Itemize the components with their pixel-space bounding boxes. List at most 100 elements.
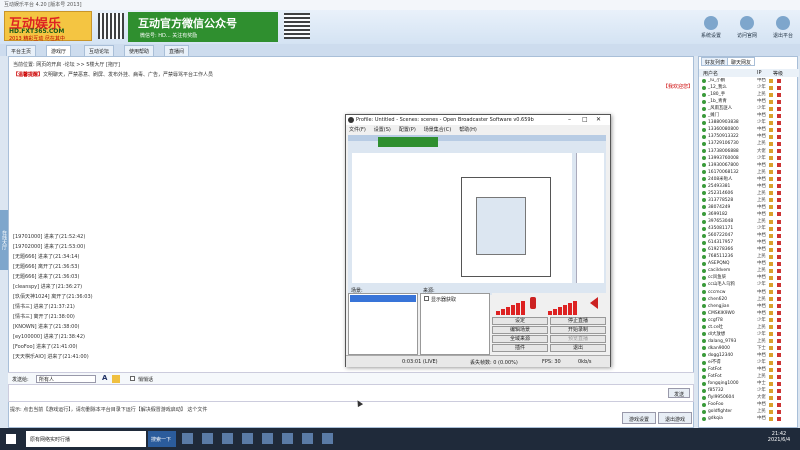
microphone-icon[interactable] [530,297,536,309]
app-icon[interactable] [262,433,273,444]
user-row[interactable]: 3699182 中档 [699,212,799,217]
user-row[interactable]: cc风鱼柒 中档 [699,275,799,280]
wechat-banner[interactable]: 互动官方微信公众号 微信号: HD... 关注有奖励 [128,12,278,42]
user-row[interactable]: cc山毛人乌鸦 少年 [699,282,799,287]
user-row[interactable]: 13729106730 上民 [699,141,799,146]
user-row[interactable]: 38074249 中档 [699,205,799,210]
user-row[interactable]: 13880903838 少年 [699,120,799,125]
side-lobby-tab[interactable]: 在线大厅 [0,210,8,270]
tab-help[interactable]: 使用帮助 [124,45,155,56]
menu-help[interactable]: 帮助(H) [459,127,477,133]
start-recording-button[interactable]: 开始录制 [550,326,606,334]
user-row[interactable]: f85732 少年 [699,388,799,393]
user-row[interactable]: FotFot 中档 [699,367,799,372]
tab-games[interactable]: 游戏厅 [46,45,72,56]
user-row[interactable]: 13930067800 中档 [699,163,799,168]
user-row[interactable]: _摊门 中档 [699,113,799,118]
recipient-select[interactable]: 所有人 [36,375,96,383]
tab-home[interactable]: 平台主页 [6,45,37,56]
user-row[interactable]: 13993760008 少年 [699,156,799,161]
app-icon[interactable] [242,433,253,444]
sources-panel[interactable]: 来源: 显示器获取 [420,288,490,355]
close-icon[interactable]: ✕ [596,116,601,123]
taskbar-search[interactable]: 原有网络实时行播 [26,431,146,447]
settings-button[interactable]: 设定 [492,317,548,325]
tab-chat-users[interactable]: 聊天网友 [727,57,756,66]
user-row[interactable]: dogg12340 中档 [699,353,799,358]
user-row[interactable]: _1b_青青 中档 [699,99,799,104]
send-button[interactable]: 发送 [668,388,690,398]
minimize-icon[interactable]: – [568,116,571,123]
user-row[interactable]: ct.ce吐 上民 [699,325,799,330]
user-row[interactable]: flyl9950604 大佬 [699,395,799,400]
whisper-checkbox[interactable] [130,376,135,381]
user-row[interactable]: 13738006888 大佬 [699,149,799,154]
maximize-icon[interactable]: □ [582,116,588,123]
obs-taskbar-icon[interactable] [302,433,313,444]
user-row[interactable]: fongqing1000 中士 [699,381,799,386]
user-row[interactable]: ASEPQNQ 中档 [699,261,799,266]
user-row[interactable]: dl大放想 少年 [699,332,799,337]
exit-obs-button[interactable]: 退出 [550,344,606,352]
windows-start-icon[interactable] [6,434,16,444]
user-row[interactable]: 252314606 上民 [699,191,799,196]
stop-stream-button[interactable]: 停止直播 [550,317,606,325]
file-explorer-icon[interactable] [202,433,213,444]
source-item[interactable]: 显示器获取 [431,296,456,303]
user-row[interactable]: CMSKIK9W0 中档 [699,311,799,316]
user-list[interactable]: _lu_小鹏 中档 _12_我么 少年 _180_手 上民 _1b_青青 中档 _风雨瓦匪人 少年… [699,78,799,428]
tab-friends[interactable]: 好友列表 [701,57,730,66]
user-row[interactable]: 13360080800 中档 [699,127,799,132]
user-row[interactable]: 619278366 中档 [699,247,799,252]
user-row[interactable]: 435081171 少年 [699,226,799,231]
user-row[interactable]: _180_手 上民 [699,92,799,97]
preview-stream-button[interactable]: 预览直播 [550,335,606,343]
user-row[interactable]: _lu_小鹏 中档 [699,78,799,83]
user-row[interactable]: 614317957 中档 [699,240,799,245]
user-row[interactable]: 313778528 上民 [699,198,799,203]
user-row[interactable]: 16170068132 上民 [699,170,799,175]
user-row[interactable]: FooFoo 中档 [699,402,799,407]
user-row[interactable]: 560722047 中档 [699,233,799,238]
user-row[interactable]: ccgf78 少年 [699,318,799,323]
user-row[interactable]: chengjian 中档 [699,304,799,309]
taskbar-search-button[interactable]: 搜索一下 [148,431,176,447]
user-row[interactable]: gdkqia 中档 [699,416,799,421]
user-row[interactable]: cacildvem 上民 [699,268,799,273]
emoji-icon[interactable] [112,375,120,383]
user-row[interactable]: ei不得 少年 [699,360,799,365]
welcome-link[interactable]: 【我欢迎您】 [663,83,693,90]
user-row[interactable]: dkan9000 下士 [699,346,799,351]
user-row[interactable]: cccmcw 中档 [699,290,799,295]
exit-game-button[interactable]: 退出游戏 [658,412,692,424]
user-row[interactable]: 13750913322 中档 [699,134,799,139]
plugins-button[interactable]: 插件 [492,344,548,352]
visit-site-button[interactable]: 访问官网 [730,14,764,42]
menu-file[interactable]: 文件(F) [349,127,366,133]
menu-settings[interactable]: 设置(S) [374,127,391,133]
user-row[interactable]: dalang_9793 上民 [699,339,799,344]
source-checkbox[interactable] [424,296,429,301]
user-row[interactable]: 2408米啦人 中档 [699,177,799,182]
font-icon[interactable]: A [102,374,107,382]
user-row[interactable]: FotFot 上民 [699,374,799,379]
user-row[interactable]: chen620 上民 [699,297,799,302]
tab-forum[interactable]: 互动论坛 [84,45,115,56]
exit-button[interactable]: 退出平台 [766,14,800,42]
clock[interactable]: 21:42 2021/6/4 [760,431,798,443]
menu-profile[interactable]: 配置(P) [399,127,416,133]
user-row[interactable]: 768511236 上民 [699,254,799,259]
edge-icon[interactable] [182,433,193,444]
scenes-panel[interactable]: 场景: [348,288,418,355]
settings-button[interactable]: 系统设置 [694,14,728,42]
store-icon[interactable] [222,433,233,444]
user-row[interactable]: 25493381 中档 [699,184,799,189]
user-row[interactable]: 397653048 上民 [699,219,799,224]
scene-item[interactable] [350,295,416,302]
edit-scene-button[interactable]: 编辑场景 [492,326,548,334]
global-sources-button[interactable]: 全域来源 [492,335,548,343]
obs-window[interactable]: Profile: Untitled - Scenes: scenes - Ope… [345,114,611,367]
game-settings-button[interactable]: 游戏设置 [622,412,656,424]
menu-scene-collection[interactable]: 场景集合(C) [424,127,451,133]
speaker-icon[interactable] [590,297,598,309]
